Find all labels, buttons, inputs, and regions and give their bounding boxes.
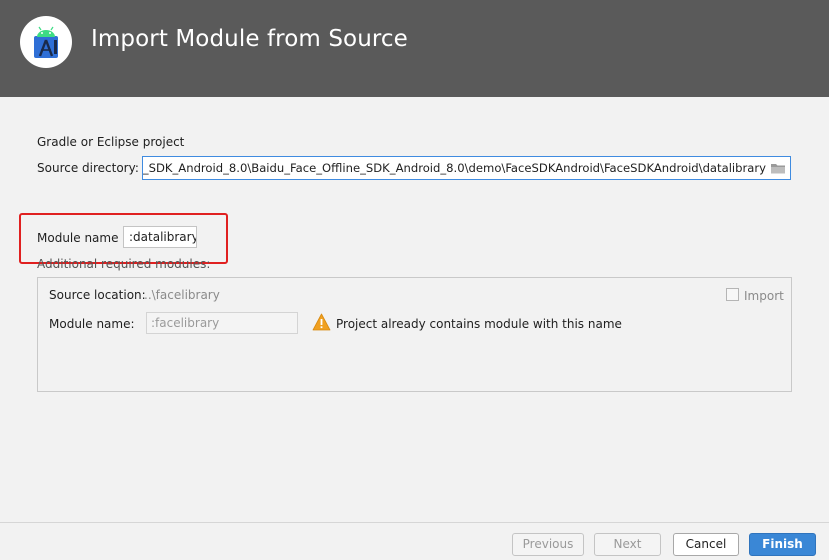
- warning-icon: [312, 313, 331, 334]
- additional-modules-heading: Additional required modules:: [37, 257, 211, 271]
- source-directory-value: _Offline_SDK_Android_8.0\Baidu_Face_Offl…: [142, 161, 766, 175]
- dialog-title: Import Module from Source: [91, 26, 408, 52]
- source-location-label: Source location:: [49, 288, 146, 302]
- dialog-header: Import Module from Source: [0, 0, 829, 97]
- warning-text: Project already contains module with thi…: [336, 317, 622, 331]
- cancel-button[interactable]: Cancel: [673, 533, 739, 556]
- previous-button[interactable]: Previous: [512, 533, 584, 556]
- footer-divider: [0, 522, 829, 523]
- source-location-value: ..\facelibrary: [144, 288, 220, 302]
- source-directory-input[interactable]: _Offline_SDK_Android_8.0\Baidu_Face_Offl…: [142, 156, 791, 180]
- additional-module-name-label: Module name:: [49, 317, 135, 331]
- window-edge: [829, 0, 835, 560]
- additional-module-name-input: :facelibrary: [146, 312, 298, 334]
- folder-icon[interactable]: [768, 158, 788, 178]
- finish-button[interactable]: Finish: [749, 533, 816, 556]
- android-studio-icon: [20, 16, 72, 68]
- import-label: Import: [744, 289, 784, 303]
- next-button[interactable]: Next: [594, 533, 661, 556]
- section-heading: Gradle or Eclipse project: [37, 135, 185, 149]
- source-directory-label: Source directory:: [37, 161, 139, 175]
- import-checkbox[interactable]: [726, 288, 739, 301]
